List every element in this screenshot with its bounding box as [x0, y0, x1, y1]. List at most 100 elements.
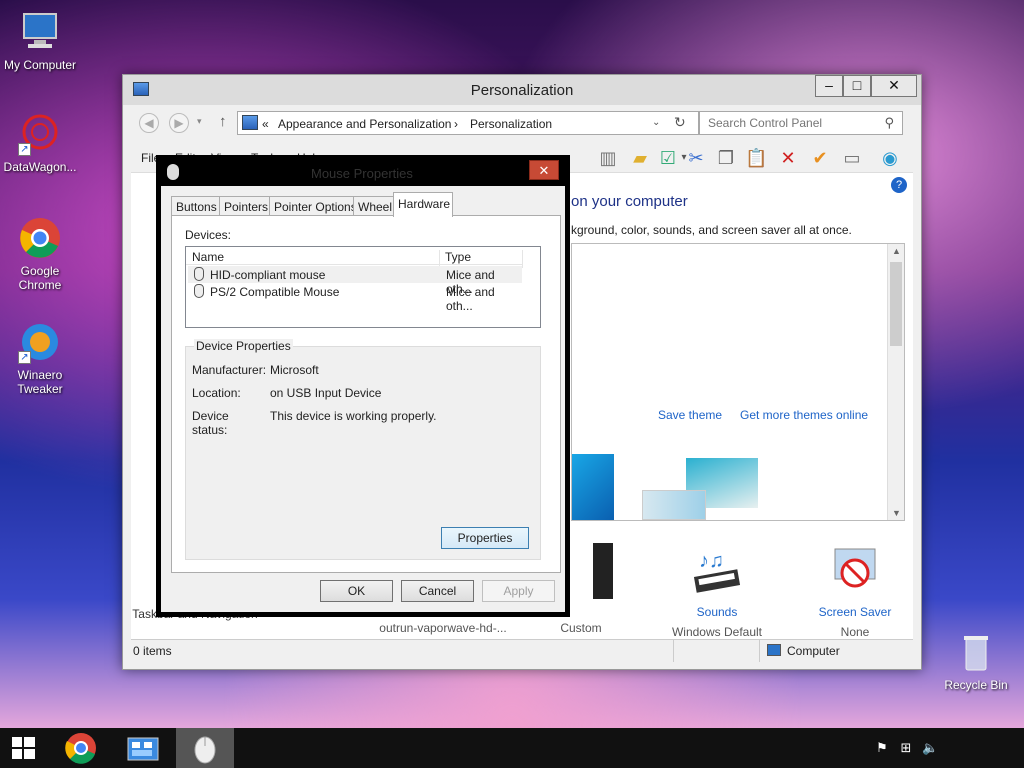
maximize-button[interactable]: □: [843, 75, 871, 97]
address-dropdown-icon[interactable]: ⌄: [652, 117, 660, 128]
taskbar-mouse-properties[interactable]: [176, 728, 234, 768]
tab-hardware[interactable]: Hardware: [393, 192, 453, 217]
device-properties-group: Device Properties Manufacturer: Microsof…: [185, 339, 541, 560]
search-box[interactable]: ⚲: [699, 111, 903, 135]
scroll-down-icon[interactable]: ▼: [892, 508, 901, 518]
sounds-value: Windows Default: [671, 625, 763, 639]
get-more-themes-link[interactable]: Get more themes online: [740, 408, 868, 422]
winaero-tweaker-icon: ↗: [18, 320, 62, 364]
breadcrumb-personalization[interactable]: Personalization: [470, 117, 552, 131]
manufacturer-label: Manufacturer:: [192, 363, 267, 377]
color-icon: [593, 543, 613, 599]
network-icon[interactable]: ⊞: [898, 740, 914, 756]
minimize-button[interactable]: –: [815, 75, 843, 97]
desktop-icon-label: My Computer: [3, 58, 77, 72]
checkmark-icon[interactable]: ✔: [809, 147, 831, 169]
desktop-icon-label: DataWagon...: [3, 160, 77, 174]
save-theme-link[interactable]: Save theme: [658, 408, 722, 422]
search-icon[interactable]: ⚲: [884, 115, 894, 131]
breadcrumb-separator[interactable]: ›: [454, 117, 458, 131]
theme-thumbnail-windows[interactable]: [572, 454, 614, 520]
location-value: on USB Input Device: [270, 386, 382, 400]
tab-wheel[interactable]: Wheel: [353, 196, 398, 216]
preview-pane-icon[interactable]: ▥: [597, 147, 619, 169]
scroll-thumb[interactable]: [890, 262, 902, 346]
hardware-panel: Devices: Name Type HID-compliant mouse M…: [171, 215, 561, 573]
copy-icon[interactable]: ❐: [715, 147, 737, 169]
refresh-icon[interactable]: ↻: [674, 114, 686, 131]
desktop-icon-google-chrome[interactable]: Google Chrome: [0, 216, 80, 292]
properties-button[interactable]: Properties: [441, 527, 529, 549]
desktop-icon-datawagon[interactable]: ↗ DataWagon...: [0, 112, 80, 174]
apply-button[interactable]: Apply: [482, 580, 555, 602]
help-icon[interactable]: ?: [891, 177, 907, 193]
paste-icon[interactable]: 📋: [745, 147, 767, 169]
device-status-value: This device is working properly.: [270, 409, 437, 423]
folder-icon[interactable]: ▰: [629, 147, 651, 169]
dialog-title: Mouse Properties: [311, 166, 413, 181]
computer-icon: [18, 10, 62, 54]
device-row[interactable]: HID-compliant mouse Mice and oth...: [188, 266, 522, 296]
chrome-icon: [18, 216, 62, 260]
column-name[interactable]: Name: [192, 250, 224, 264]
address-bar[interactable]: « Appearance and Personalization › Perso…: [237, 111, 699, 135]
shell-icon[interactable]: ◉: [879, 147, 901, 169]
title-bar[interactable]: Personalization – □ ✕: [123, 75, 921, 105]
back-button[interactable]: ◀: [139, 113, 159, 133]
cancel-button[interactable]: Cancel: [401, 580, 474, 602]
device-name: HID-compliant mouse: [210, 268, 326, 282]
volume-muted-icon[interactable]: 🔈: [922, 740, 938, 756]
sounds-label[interactable]: Sounds: [647, 605, 787, 619]
shortcut-arrow-icon: ↗: [18, 351, 31, 364]
start-button[interactable]: [0, 728, 48, 768]
chrome-icon: [65, 733, 96, 764]
device-row[interactable]: PS/2 Compatible Mouse Mice and oth...: [188, 283, 522, 313]
desktop-icon-recycle-bin[interactable]: Recycle Bin: [936, 630, 1016, 692]
action-center-flag-icon[interactable]: ⚑: [874, 740, 890, 756]
cut-icon[interactable]: ✂: [685, 147, 707, 169]
themes-scrollbar[interactable]: ▲ ▼: [887, 244, 904, 520]
dialog-title-bar[interactable]: Mouse Properties ✕: [161, 160, 565, 186]
screen-saver-item[interactable]: Screen Saver None: [785, 543, 925, 639]
devices-list[interactable]: Name Type HID-compliant mouse Mice and o…: [185, 246, 541, 328]
breadcrumb-appearance[interactable]: Appearance and Personalization: [278, 117, 451, 131]
forward-button[interactable]: ▶: [169, 113, 189, 133]
status-bar: 0 items Computer: [131, 639, 913, 662]
theme-thumbnail-colors[interactable]: [642, 490, 706, 520]
recent-pages-icon[interactable]: ▾: [197, 116, 202, 127]
status-divider: [673, 640, 674, 662]
screen-saver-label[interactable]: Screen Saver: [785, 605, 925, 619]
delete-icon[interactable]: ✕: [777, 147, 799, 169]
dialog-body: Buttons Pointers Pointer Options Wheel H…: [161, 186, 565, 612]
status-zone: Computer: [787, 644, 840, 658]
address-prefix[interactable]: «: [262, 117, 269, 131]
ok-button[interactable]: OK: [320, 580, 393, 602]
themes-list[interactable]: Save theme Get more themes online ▲ ▼: [571, 243, 905, 521]
up-arrow-icon[interactable]: ↑: [219, 113, 227, 130]
taskbar-chrome[interactable]: [52, 728, 110, 768]
device-properties-legend: Device Properties: [194, 339, 293, 353]
search-input[interactable]: [708, 116, 878, 130]
desktop-icon-my-computer[interactable]: My Computer: [0, 10, 80, 72]
mouse-icon: [194, 736, 216, 764]
scroll-up-icon[interactable]: ▲: [892, 246, 901, 256]
tab-pointers[interactable]: Pointers: [219, 196, 274, 216]
sounds-item[interactable]: ♪♫ Sounds Windows Default: [647, 543, 787, 639]
dialog-close-button[interactable]: ✕: [529, 160, 559, 180]
close-button[interactable]: ✕: [871, 75, 917, 97]
svg-text:♪♫: ♪♫: [699, 550, 724, 572]
desktop-background-value: outrun-vaporwave-hd-...: [379, 621, 507, 635]
column-type[interactable]: Type: [445, 250, 471, 264]
sounds-icon: ♪♫: [689, 543, 745, 599]
device-status-label: Device status:: [192, 409, 229, 437]
mouse-icon: [167, 164, 179, 180]
taskbar: ⚑ ⊞ 🔈: [0, 728, 1024, 768]
mouse-properties-dialog: Mouse Properties ✕ Buttons Pointers Poin…: [156, 155, 570, 617]
tab-pointer-options[interactable]: Pointer Options: [269, 196, 362, 216]
tab-buttons[interactable]: Buttons: [171, 196, 222, 216]
properties-icon[interactable]: ▭: [841, 147, 863, 169]
windows-logo-icon: [12, 737, 35, 759]
taskbar-control-panel[interactable]: [114, 728, 172, 768]
desktop-icon-winaero-tweaker[interactable]: ↗ Winaero Tweaker: [0, 320, 80, 396]
manufacturer-value: Microsoft: [270, 363, 319, 377]
